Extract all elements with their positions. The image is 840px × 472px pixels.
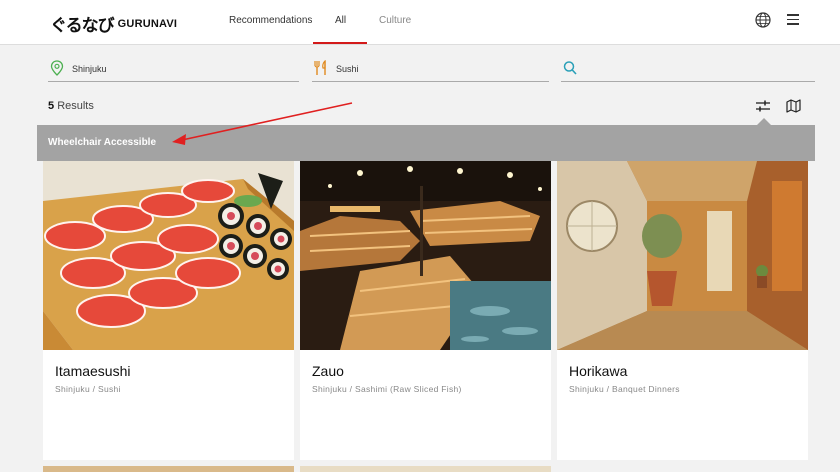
filter-banner-text: Wheelchair Accessible bbox=[48, 137, 157, 148]
results-count: 5 Results bbox=[48, 100, 94, 112]
restaurant-card-partial[interactable] bbox=[43, 466, 294, 472]
banner-caret bbox=[757, 118, 771, 125]
restaurant-subtitle: Shinjuku / Banquet Dinners bbox=[569, 384, 680, 394]
keyword-search-field[interactable] bbox=[561, 58, 815, 82]
restaurant-card[interactable]: Zauo Shinjuku / Sashimi (Raw Sliced Fish… bbox=[300, 161, 551, 460]
sushi-platter-photo bbox=[43, 161, 294, 350]
location-pin-icon bbox=[50, 60, 64, 76]
gurunavi-logo[interactable]: ぐるなび GURUNAVI bbox=[50, 11, 177, 36]
cuisine-value: Sushi bbox=[336, 64, 359, 74]
results-label: Results bbox=[57, 100, 94, 112]
restaurant-subtitle: Shinjuku / Sashimi (Raw Sliced Fish) bbox=[312, 384, 462, 394]
restaurant-card-partial[interactable] bbox=[300, 466, 551, 472]
results-number: 5 bbox=[48, 100, 55, 112]
tab-all[interactable]: All bbox=[335, 15, 346, 26]
restaurant-name[interactable]: Zauo bbox=[312, 363, 344, 379]
logo-text: GURUNAVI bbox=[117, 17, 178, 30]
hamburger-menu-icon[interactable] bbox=[787, 14, 799, 26]
location-value: Shinjuku bbox=[72, 64, 107, 74]
filter-sliders-icon[interactable] bbox=[755, 99, 771, 113]
restaurant-name[interactable]: Itamaesushi bbox=[55, 363, 130, 379]
top-header: ぐるなび GURUNAVI Recommendations All Cultur… bbox=[0, 0, 840, 45]
boat-dining-room-photo bbox=[300, 161, 551, 350]
hallway-interior-photo bbox=[557, 161, 808, 350]
fork-knife-icon bbox=[314, 60, 326, 75]
location-field[interactable]: Shinjuku bbox=[48, 58, 299, 82]
active-tab-indicator bbox=[313, 42, 367, 44]
restaurant-card[interactable]: Itamaesushi Shinjuku / Sushi bbox=[43, 161, 294, 460]
logo-mark: ぐるなび bbox=[50, 16, 115, 36]
globe-icon[interactable] bbox=[755, 12, 771, 28]
restaurant-subtitle: Shinjuku / Sushi bbox=[55, 384, 121, 394]
keyword-search-input[interactable] bbox=[585, 60, 815, 78]
map-icon[interactable] bbox=[786, 99, 801, 113]
tab-culture[interactable]: Culture bbox=[379, 15, 411, 26]
search-icon bbox=[563, 61, 577, 75]
restaurant-card[interactable]: Horikawa Shinjuku / Banquet Dinners bbox=[557, 161, 808, 460]
cuisine-field[interactable]: Sushi bbox=[312, 58, 549, 82]
restaurant-name[interactable]: Horikawa bbox=[569, 363, 627, 379]
annotation-arrow bbox=[172, 102, 353, 145]
tab-recommendations[interactable]: Recommendations bbox=[229, 15, 312, 26]
